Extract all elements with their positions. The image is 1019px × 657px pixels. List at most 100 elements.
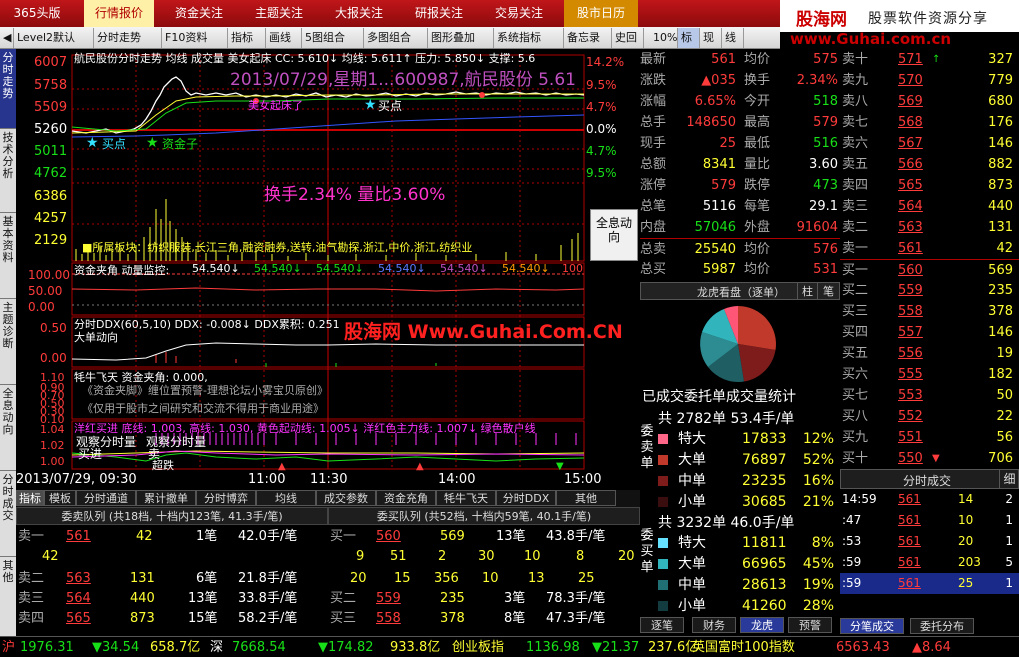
menu-research[interactable]: 研报关注 — [404, 0, 474, 27]
toolbar-10pct[interactable]: 10% — [650, 28, 678, 48]
sell-stats-side: 委卖单 — [640, 424, 654, 471]
tab-tick[interactable]: 逐笔 — [640, 617, 684, 633]
orderbook-row[interactable]: 卖四 565 873 — [840, 175, 1019, 196]
toolbar-memo[interactable]: 备忘录 — [564, 28, 612, 48]
toolbar-draw[interactable]: 画线 — [266, 28, 302, 48]
ind-tab-cancel[interactable]: 累计撤单 — [136, 490, 196, 506]
ind-tab-template[interactable]: 模板 — [44, 490, 76, 506]
ind-tab-game[interactable]: 分时博弈 — [196, 490, 256, 506]
menu-trade-focus[interactable]: 交易关注 — [484, 0, 554, 27]
cyb-index[interactable]: 1136.98 — [526, 638, 580, 657]
scale-left-6: 6386 — [34, 189, 68, 204]
orderbook-row[interactable]: 买十 550 ▼ 706 — [840, 448, 1019, 469]
quote-label: 总额 — [640, 157, 667, 172]
ind-tab-fund-angle[interactable]: 资金充角 — [376, 490, 436, 506]
menu-quotes[interactable]: 行情报价 — [84, 0, 154, 27]
sell-queue-row[interactable]: 卖一 561 42 1笔 42.0手/笔 — [16, 527, 328, 547]
orderbook-row[interactable]: 买三 558 378 — [840, 301, 1019, 322]
ind-tab-indicator[interactable]: 指标 — [16, 490, 44, 506]
toolbar-multichart[interactable]: 多图组合 — [364, 28, 428, 48]
ind-tab-niu[interactable]: 牦牛飞天 — [436, 490, 496, 506]
orderbook-row[interactable]: 卖六 567 146 — [840, 133, 1019, 154]
menu-calendar[interactable]: 股市日历 — [564, 0, 638, 27]
toolbar-intraday[interactable]: 分时走势 — [94, 28, 162, 48]
holographic-button[interactable]: 全息动向 — [590, 209, 638, 261]
sell-queue-row[interactable]: 卖四 565 873 15笔 58.2手/笔 — [16, 609, 328, 629]
tab-holographic[interactable]: 全息动向 — [0, 385, 16, 471]
toolbar-overlay[interactable]: 图形叠加 — [428, 28, 494, 48]
sell-queue-row[interactable]: 卖二 563 131 6笔 21.8手/笔 — [16, 569, 328, 589]
order-book: 卖十 571 ↑ 327 卖九 570 779 卖八 569 680 卖七 568 176 卖六 567 14… — [840, 49, 1019, 469]
orderbook-row[interactable]: 卖三 564 440 — [840, 196, 1019, 217]
orderbook-row[interactable]: 卖一 561 42 — [840, 238, 1019, 259]
tick-row[interactable]: :59 561 25 1 — [840, 573, 1019, 594]
bq-price: 558 — [376, 611, 401, 626]
orderbook-row[interactable]: 买八 552 22 — [840, 406, 1019, 427]
tab-intraday[interactable]: 分时走势 — [0, 49, 16, 129]
orderbook-row[interactable]: 买一 560 569 — [840, 259, 1019, 280]
orderbook-row[interactable]: 卖二 563 131 — [840, 217, 1019, 238]
toolbar-line[interactable]: 线 — [722, 28, 744, 48]
tab-tick-trades[interactable]: 分时成交 — [0, 471, 16, 557]
tab-finance[interactable]: 财务 — [692, 617, 736, 633]
tick-detail-button[interactable]: 细 — [999, 470, 1019, 488]
tab-tech-analysis[interactable]: 技术分析 — [0, 129, 16, 213]
menu-fund-focus[interactable]: 资金关注 — [164, 0, 234, 27]
tab-dragon[interactable]: 龙虎 — [740, 617, 784, 633]
tab-basic-info[interactable]: 基本资料 — [0, 213, 16, 299]
orderbook-row[interactable]: 卖八 569 680 — [840, 91, 1019, 112]
ind-tab-other[interactable]: 其他 — [556, 490, 616, 506]
ind-tab-trade-params[interactable]: 成交参数 — [316, 490, 376, 506]
tab-tick-trade[interactable]: 分笔成交 — [840, 618, 904, 634]
orderbook-row[interactable]: 卖五 566 882 — [840, 154, 1019, 175]
toolbar-indicator[interactable]: 指标 — [228, 28, 266, 48]
buy-queue-row[interactable]: 买三 558 378 8笔 47.3手/笔 — [328, 609, 640, 629]
sell-queue-row[interactable]: 卖三 564 440 13笔 33.8手/笔 — [16, 589, 328, 609]
back-icon[interactable]: ◀ — [0, 28, 14, 48]
tab-order-distribution[interactable]: 委托分布 — [910, 618, 974, 634]
orderbook-row[interactable]: 买六 555 182 — [840, 364, 1019, 385]
toolbar-history[interactable]: 史回 — [612, 28, 644, 48]
dragon-tab-bar[interactable]: 柱 — [797, 283, 817, 299]
tab-topic-diagnosis[interactable]: 主题诊断 — [0, 299, 16, 385]
orderbook-row[interactable]: 买五 556 19 — [840, 343, 1019, 364]
orderbook-row[interactable]: 卖七 568 176 — [840, 112, 1019, 133]
orderbook-row[interactable]: 买七 553 50 — [840, 385, 1019, 406]
ind-tab-channel[interactable]: 分时通道 — [76, 490, 136, 506]
sh-index[interactable]: 1976.31 — [20, 638, 74, 657]
toolbar-now[interactable]: 现 — [700, 28, 722, 48]
ind-tab-ddx[interactable]: 分时DDX — [496, 490, 556, 506]
stats-percent: 19% — [802, 577, 834, 593]
orderbook-row[interactable]: 卖九 570 779 — [840, 70, 1019, 91]
tick-row[interactable]: :47 561 10 1 — [840, 510, 1019, 531]
bq-count: 3笔 — [504, 591, 526, 606]
tab-alert[interactable]: 预警 — [788, 617, 832, 633]
ftse-index[interactable]: 6563.43 — [836, 638, 890, 657]
toolbar-sys-indicator[interactable]: 系统指标 — [494, 28, 564, 48]
tick-volume: 14 — [958, 492, 974, 506]
ob-price: 566 — [898, 157, 923, 172]
menu-topic-focus[interactable]: 主题关注 — [244, 0, 314, 27]
buy-queue-row[interactable]: 买二 559 235 3笔 78.3手/笔 — [328, 589, 640, 609]
toolbar-f10[interactable]: F10资料 — [162, 28, 228, 48]
toolbar-mark[interactable]: 标 — [678, 28, 700, 48]
ind-tab-ma[interactable]: 均线 — [256, 490, 316, 506]
tick-row[interactable]: :59 561 203 5 — [840, 552, 1019, 573]
quote-label: 每笔 — [744, 199, 771, 214]
dragon-tab-order[interactable]: 笔 — [817, 283, 839, 299]
ob-volume: 882 — [988, 157, 1013, 172]
buy-queue-row[interactable]: 买一 560 569 13笔 43.8手/笔 — [328, 527, 640, 547]
tick-row[interactable]: 14:59 561 14 2 — [840, 489, 1019, 510]
tick-row[interactable]: :53 561 20 1 — [840, 531, 1019, 552]
orderbook-row[interactable]: 买二 559 235 — [840, 280, 1019, 301]
chart-area[interactable]: ★ ★ ★ ▲ ▲ ▼ 航民股份分时走势 均线 成交量 美女起床 CC: 5.6… — [16, 49, 640, 490]
toolbar-5chart[interactable]: 5图组合 — [302, 28, 364, 48]
orderbook-row[interactable]: 买四 557 146 — [840, 322, 1019, 343]
menu-big-report[interactable]: 大报关注 — [324, 0, 394, 27]
tab-other[interactable]: 其他 — [0, 557, 16, 639]
toolbar-level2[interactable]: Level2默认 — [14, 28, 94, 48]
orderbook-row[interactable]: 买九 551 56 — [840, 427, 1019, 448]
sz-index[interactable]: 7668.54 — [232, 638, 286, 657]
menu-365-headline[interactable]: 365头版 — [0, 0, 74, 27]
orderbook-row[interactable]: 卖十 571 ↑ 327 — [840, 49, 1019, 70]
